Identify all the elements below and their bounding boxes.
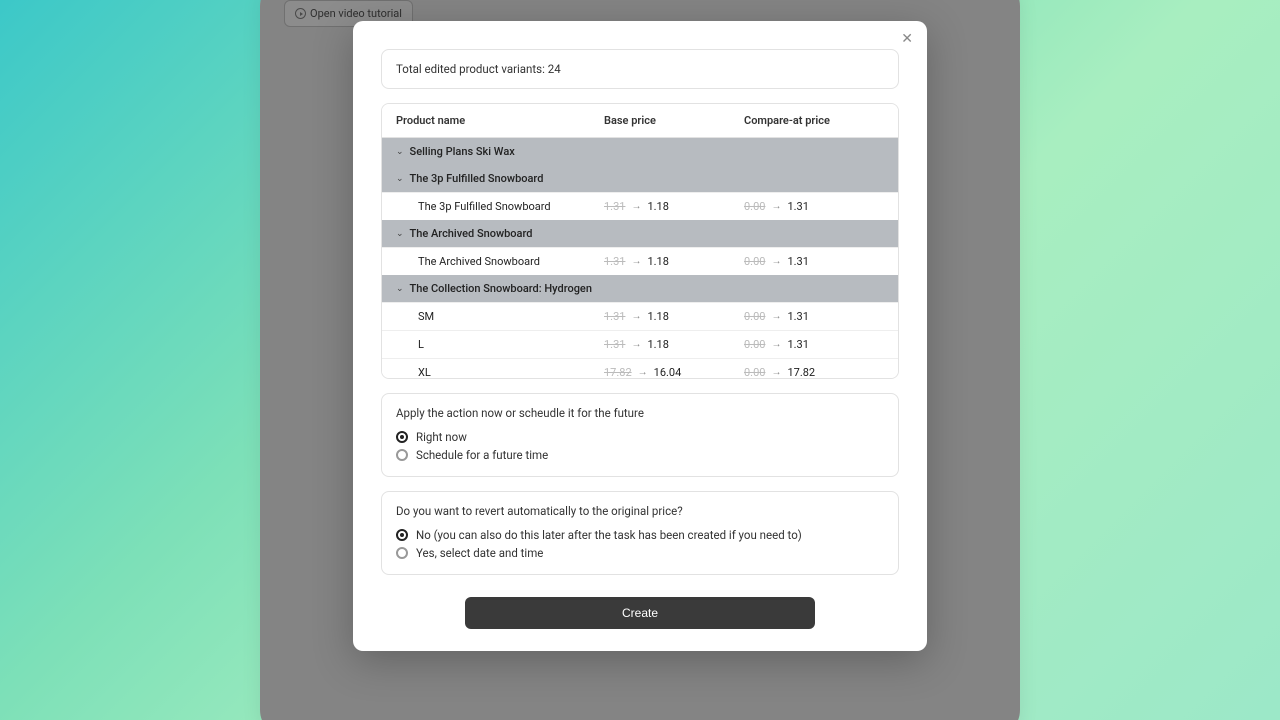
variants-table: Product name Base price Compare-at price… [381,103,899,379]
chevron-down-icon: ⌄ [396,147,404,157]
summary-prefix: Total edited product variants: [396,62,548,76]
chevron-down-icon: ⌄ [396,174,404,184]
group-title: Selling Plans Ski Wax [410,145,515,158]
base-price-cell: 1.31→1.18 [604,338,744,351]
compare-price-cell: 0.00→1.31 [744,310,884,323]
device-frame: Open video tutorial ✕ Total edited produ… [260,0,1020,720]
modal-body: Total edited product variants: 24 Produc… [353,21,927,589]
revert-card: Do you want to revert automatically to t… [381,491,899,575]
base-price-cell: 1.31→1.18 [604,310,744,323]
table-row: The Archived Snowboard1.31→1.180.00→1.31 [382,247,898,275]
close-icon[interactable]: ✕ [901,31,913,47]
create-button[interactable]: Create [465,597,815,629]
col-compare-price: Compare-at price [744,114,884,127]
base-price-cell: 1.31→1.18 [604,200,744,213]
schedule-future-option[interactable]: Schedule for a future time [396,446,884,464]
schedule-now-label: Right now [416,430,467,444]
variant-name: The 3p Fulfilled Snowboard [418,200,604,213]
schedule-now-option[interactable]: Right now [396,428,884,446]
compare-price-cell: 0.00→1.31 [744,200,884,213]
schedule-card: Apply the action now or scheudle it for … [381,393,899,477]
schedule-future-label: Schedule for a future time [416,448,548,462]
group-row[interactable]: ⌄ The Collection Snowboard: Hydrogen [382,275,898,302]
col-base-price: Base price [604,114,744,127]
table-row: L1.31→1.180.00→1.31 [382,330,898,358]
group-title: The Collection Snowboard: Hydrogen [410,282,592,295]
table-row: SM1.31→1.180.00→1.31 [382,302,898,330]
group-row[interactable]: ⌄ The Archived Snowboard [382,220,898,247]
group-row[interactable]: ⌄ Selling Plans Ski Wax [382,138,898,165]
chevron-down-icon: ⌄ [396,284,404,294]
summary-card: Total edited product variants: 24 [381,49,899,89]
table-row: The 3p Fulfilled Snowboard1.31→1.180.00→… [382,192,898,220]
chevron-down-icon: ⌄ [396,229,404,239]
revert-yes-option[interactable]: Yes, select date and time [396,544,884,562]
group-row[interactable]: ⌄ The 3p Fulfilled Snowboard [382,165,898,192]
variant-name: L [418,338,604,351]
variant-name: XL [418,366,604,379]
group-title: The 3p Fulfilled Snowboard [410,172,544,185]
revert-no-option[interactable]: No (you can also do this later after the… [396,526,884,544]
radio-icon [396,431,408,443]
base-price-cell: 17.82→16.04 [604,366,744,379]
summary-count: 24 [548,62,561,76]
col-product-name: Product name [396,114,604,127]
radio-icon [396,547,408,559]
compare-price-cell: 0.00→1.31 [744,255,884,268]
variant-name: The Archived Snowboard [418,255,604,268]
compare-price-cell: 0.00→17.82 [744,366,884,379]
group-title: The Archived Snowboard [410,227,533,240]
radio-icon [396,529,408,541]
revert-yes-label: Yes, select date and time [416,546,543,560]
table-header: Product name Base price Compare-at price [382,104,898,138]
compare-price-cell: 0.00→1.31 [744,338,884,351]
revert-title: Do you want to revert automatically to t… [396,504,884,518]
schedule-title: Apply the action now or scheudle it for … [396,406,884,420]
variant-name: SM [418,310,604,323]
modal-footer: Create [353,589,927,651]
table-body[interactable]: ⌄ Selling Plans Ski Wax ⌄ The 3p Fulfilled … [382,138,898,379]
modal: ✕ Total edited product variants: 24 Prod… [353,21,927,651]
revert-no-label: No (you can also do this later after the… [416,528,802,542]
base-price-cell: 1.31→1.18 [604,255,744,268]
table-row: XL17.82→16.040.00→17.82 [382,358,898,379]
radio-icon [396,449,408,461]
